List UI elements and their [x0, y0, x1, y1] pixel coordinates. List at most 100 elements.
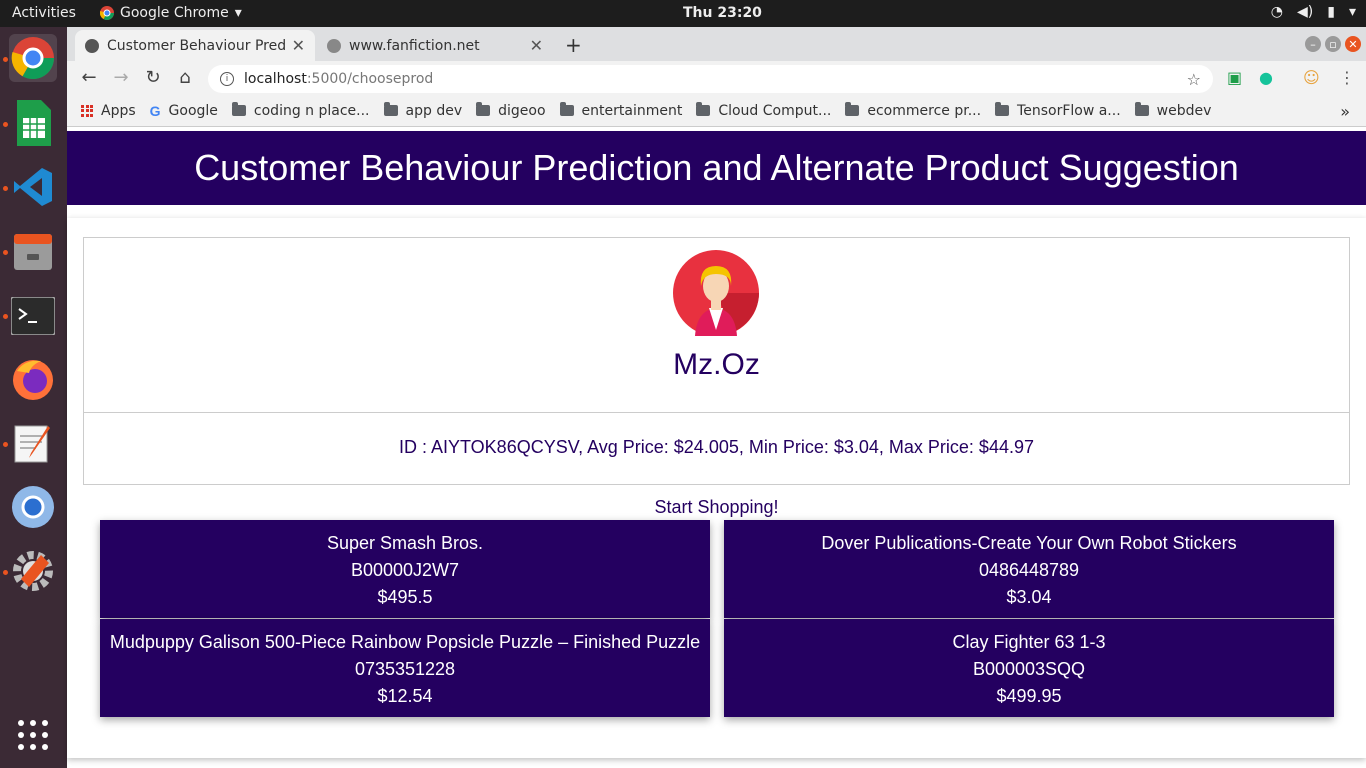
bookmark-folder[interactable]: webdev	[1134, 102, 1212, 119]
chromium-icon[interactable]	[9, 483, 57, 531]
profile-card: Mz.Oz ID : AIYTOK86QCYSV, Avg Price: $24…	[83, 237, 1350, 485]
text-editor-icon[interactable]	[9, 419, 57, 467]
bookmark-folder[interactable]: entertainment	[559, 102, 683, 119]
app-grid-icon[interactable]	[9, 711, 57, 759]
url-path: :5000/chooseprod	[306, 71, 434, 87]
running-indicator	[3, 570, 8, 575]
extension-icon[interactable]: ▣	[1227, 68, 1242, 87]
firefox-icon[interactable]	[9, 355, 57, 403]
system-tray[interactable]: ◔ ◀) ▮ ▾	[1271, 4, 1356, 20]
chrome-dock-icon[interactable]	[9, 34, 57, 82]
folder-icon	[845, 102, 860, 116]
bookmark-label: Google	[168, 102, 218, 119]
vscode-icon[interactable]	[9, 163, 57, 211]
product-name: Super Smash Bros.	[326, 533, 484, 553]
maximize-button[interactable]: ▫	[1325, 36, 1341, 52]
tab-title: Customer Behaviour Prediction	[107, 37, 286, 54]
forward-button[interactable]: →	[110, 67, 132, 88]
chevron-right-icon[interactable]: »	[1340, 102, 1350, 121]
info-icon[interactable]: i	[220, 72, 234, 86]
reload-button[interactable]: ↻	[142, 67, 164, 88]
globe-icon	[85, 38, 99, 53]
close-icon[interactable]: ✕	[530, 36, 543, 55]
divider	[84, 412, 1349, 413]
activities-button[interactable]: Activities	[12, 5, 76, 21]
product-id: B00000J2W7	[350, 560, 460, 580]
wifi-icon: ◔	[1270, 4, 1284, 20]
close-window-button[interactable]: ✕	[1345, 36, 1361, 52]
app-menu-label: Google Chrome	[120, 5, 229, 21]
bookmark-label: ecommerce pr...	[867, 102, 982, 119]
tab-fanfiction[interactable]: www.fanfiction.net ✕	[317, 30, 553, 61]
running-indicator	[3, 122, 8, 127]
product-price: $495.5	[377, 587, 433, 607]
product-card[interactable]: Dover Publications-Create Your Own Robot…	[724, 520, 1334, 618]
url-host: localhost	[244, 71, 307, 87]
username: Mz.Oz	[673, 348, 760, 381]
user-stats: ID : AIYTOK86QCYSV, Avg Price: $24.005, …	[398, 437, 1034, 457]
bookmark-label: Cloud Comput...	[718, 102, 832, 119]
chevron-down-icon: ▾	[1348, 4, 1356, 20]
chevron-down-icon: ▾	[234, 5, 242, 21]
running-indicator	[3, 250, 8, 255]
back-button[interactable]: ←	[78, 67, 100, 88]
browser-window: Customer Behaviour Prediction ✕ www.fanf…	[67, 27, 1366, 768]
bookmark-label: entertainment	[581, 102, 683, 119]
terminal-icon[interactable]	[9, 292, 57, 340]
google-icon: G	[149, 102, 161, 119]
bookmark-folder[interactable]: Cloud Comput...	[696, 102, 832, 119]
running-indicator	[3, 57, 8, 62]
bookmark-google[interactable]: G Google	[150, 103, 218, 119]
bookmark-label: digeoo	[498, 102, 546, 119]
address-bar[interactable]: i localhost:5000/chooseprod ☆	[208, 65, 1213, 93]
tab-customer-behaviour[interactable]: Customer Behaviour Prediction ✕	[75, 30, 315, 61]
bookmark-folder[interactable]: digeoo	[476, 102, 546, 119]
main-container: Mz.Oz ID : AIYTOK86QCYSV, Avg Price: $24…	[67, 218, 1366, 758]
volume-icon: ◀)	[1297, 4, 1314, 20]
bookmark-label: Apps	[101, 102, 136, 119]
files-icon[interactable]	[9, 227, 57, 275]
chrome-small-icon	[100, 6, 114, 20]
bookmarks-bar: Apps G Google coding n place... app dev …	[67, 95, 1366, 127]
star-icon[interactable]: ☆	[1187, 70, 1201, 89]
bookmark-folder[interactable]: TensorFlow a...	[995, 102, 1121, 119]
product-name: Mudpuppy Galison 500-Piece Rainbow Popsi…	[109, 632, 701, 652]
close-icon[interactable]: ✕	[292, 36, 305, 55]
product-card[interactable]: Super Smash Bros. B00000J2W7 $495.5	[100, 520, 710, 618]
folder-icon	[1134, 102, 1149, 116]
start-shopping-label: Start Shopping!	[654, 497, 779, 517]
minimize-button[interactable]: –	[1305, 36, 1321, 52]
bookmark-folder[interactable]: coding n place...	[231, 102, 370, 119]
product-name: Dover Publications-Create Your Own Robot…	[821, 533, 1237, 553]
page-title: Customer Behaviour Prediction and Altern…	[194, 147, 1239, 188]
page-header: Customer Behaviour Prediction and Altern…	[67, 131, 1366, 205]
bookmark-label: webdev	[1156, 102, 1212, 119]
bookmark-folder[interactable]: app dev	[383, 102, 463, 119]
folder-icon	[995, 102, 1010, 116]
spreadsheet-icon[interactable]	[9, 99, 57, 147]
home-button[interactable]: ⌂	[174, 67, 196, 88]
bookmark-label: TensorFlow a...	[1017, 102, 1121, 119]
folder-icon	[696, 102, 711, 116]
running-indicator	[3, 314, 8, 319]
new-tab-button[interactable]: +	[565, 33, 582, 57]
app-menu[interactable]: Google Chrome ▾	[100, 5, 242, 21]
product-card[interactable]: Clay Fighter 63 1-3 B000003SQQ $499.95	[724, 619, 1334, 717]
product-price: $499.95	[996, 686, 1062, 706]
system-top-bar: Activities Google Chrome ▾ Thu 23:20 ◔ ◀…	[0, 0, 1366, 27]
tab-strip: Customer Behaviour Prediction ✕ www.fanf…	[67, 27, 1366, 61]
settings-icon[interactable]	[9, 547, 57, 595]
grammarly-icon[interactable]: ●	[1259, 68, 1273, 87]
running-indicator	[3, 442, 8, 447]
bookmark-label: coding n place...	[253, 102, 370, 119]
product-card[interactable]: Mudpuppy Galison 500-Piece Rainbow Popsi…	[100, 619, 710, 717]
menu-icon[interactable]: ⋮	[1339, 68, 1355, 87]
bookmark-folder[interactable]: ecommerce pr...	[845, 102, 982, 119]
bookmark-label: app dev	[405, 102, 463, 119]
profile-avatar-icon[interactable]: ☺	[1303, 68, 1320, 87]
product-id: 0735351228	[354, 659, 456, 679]
folder-icon	[383, 102, 398, 116]
bookmark-apps[interactable]: Apps	[81, 103, 136, 119]
clock[interactable]: Thu 23:20	[683, 5, 762, 21]
product-id: B000003SQQ	[972, 659, 1086, 679]
